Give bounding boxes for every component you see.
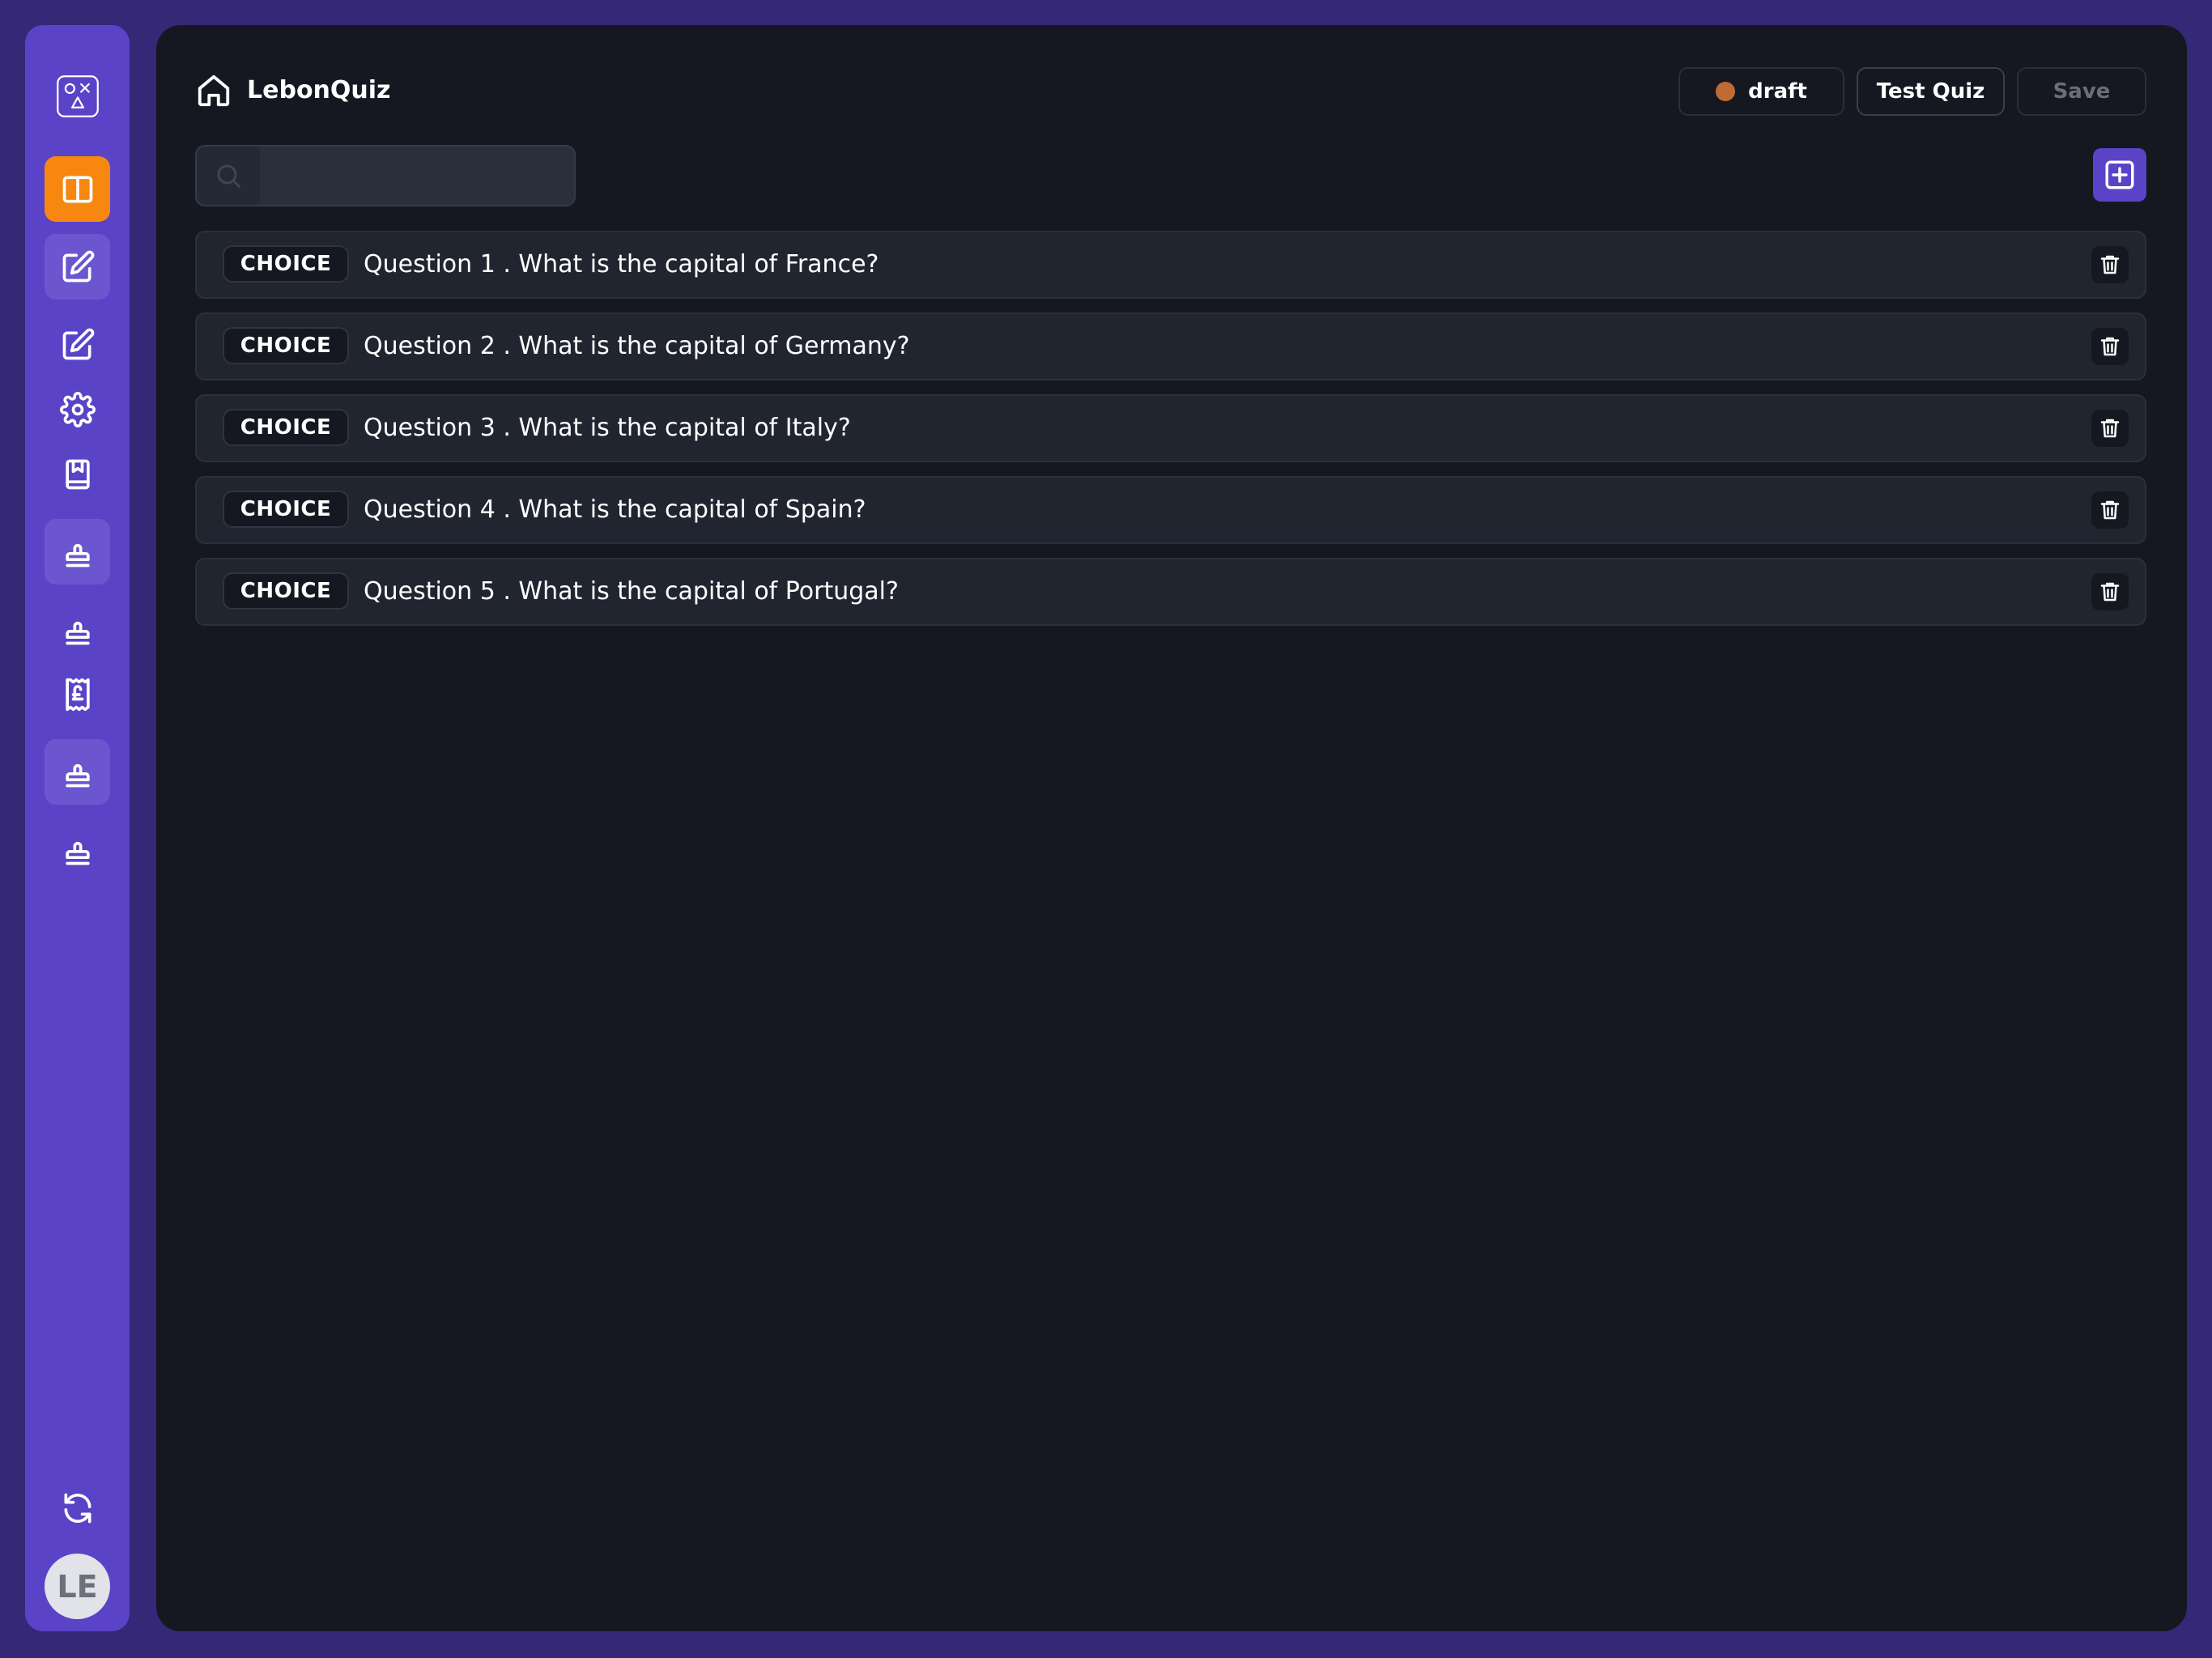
question-text[interactable]: Question 2 . What is the capital of Germ… [364, 330, 910, 363]
page-title: LebonQuiz [247, 76, 391, 104]
edit-icon[interactable] [45, 234, 110, 300]
main-panel: LebonQuiz draft Test Quiz Save CHOICE Qu… [156, 25, 2187, 1631]
bookmark-book-icon[interactable] [45, 441, 110, 507]
delete-question-button[interactable] [2091, 410, 2129, 447]
stamp-icon[interactable] [45, 817, 110, 882]
question-text[interactable]: Question 1 . What is the capital of Fran… [364, 249, 878, 281]
avatar[interactable]: LE [45, 1554, 110, 1619]
status-button[interactable]: draft [1678, 67, 1844, 116]
trash-icon [2100, 500, 2120, 520]
question-type-badge: CHOICE [223, 327, 349, 364]
status-label: draft [1748, 79, 1807, 104]
stamp-icon[interactable] [45, 597, 110, 662]
trash-icon [2100, 419, 2120, 438]
gear-icon[interactable] [45, 376, 110, 442]
home-icon[interactable] [195, 72, 232, 109]
stamp-icon[interactable] [45, 519, 110, 585]
trash-icon [2100, 337, 2120, 356]
question-type-badge: CHOICE [223, 491, 349, 528]
delete-question-button[interactable] [2091, 573, 2129, 610]
search-input[interactable] [260, 147, 574, 205]
plus-square-icon [2105, 160, 2134, 189]
sidebar: LE [25, 25, 130, 1631]
question-type-badge: CHOICE [223, 572, 349, 610]
edit-icon[interactable] [45, 312, 110, 377]
question-row[interactable]: CHOICE Question 1 . What is the capital … [195, 231, 2146, 299]
search-box [195, 145, 576, 206]
status-dot-icon [1716, 82, 1736, 101]
question-text[interactable]: Question 4 . What is the capital of Spai… [364, 494, 866, 526]
pound-receipt-icon[interactable] [45, 661, 110, 727]
trash-icon [2100, 582, 2120, 602]
question-row[interactable]: CHOICE Question 5 . What is the capital … [195, 558, 2146, 626]
refresh-icon[interactable] [45, 1475, 110, 1541]
delete-question-button[interactable] [2091, 491, 2129, 529]
test-quiz-button[interactable]: Test Quiz [1857, 67, 2005, 116]
question-type-badge: CHOICE [223, 245, 349, 283]
question-row[interactable]: CHOICE Question 2 . What is the capital … [195, 312, 2146, 380]
layout-panel-icon[interactable] [45, 156, 110, 222]
question-row[interactable]: CHOICE Question 4 . What is the capital … [195, 476, 2146, 544]
question-list: CHOICE Question 1 . What is the capital … [195, 231, 2146, 640]
stamp-icon[interactable] [45, 739, 110, 805]
save-button[interactable]: Save [2017, 67, 2146, 116]
trash-icon [2100, 255, 2120, 274]
search-icon [197, 147, 260, 205]
add-question-button[interactable] [2093, 148, 2146, 202]
logo-icon[interactable] [45, 63, 110, 129]
question-row[interactable]: CHOICE Question 3 . What is the capital … [195, 394, 2146, 462]
question-type-badge: CHOICE [223, 409, 349, 446]
delete-question-button[interactable] [2091, 246, 2129, 283]
question-text[interactable]: Question 3 . What is the capital of Ital… [364, 412, 851, 444]
delete-question-button[interactable] [2091, 328, 2129, 365]
question-text[interactable]: Question 5 . What is the capital of Port… [364, 576, 899, 608]
